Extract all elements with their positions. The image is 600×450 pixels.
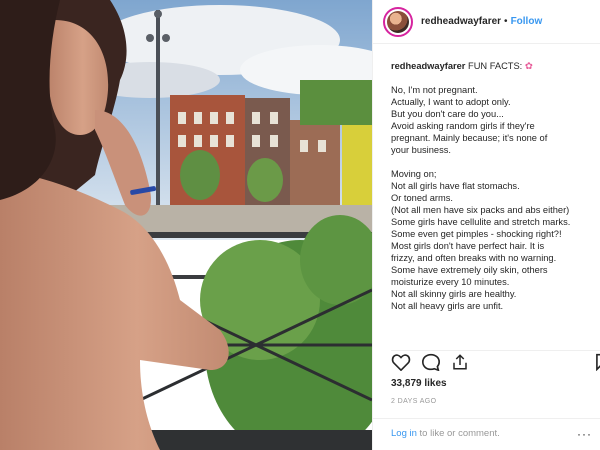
follow-button[interactable]: Follow bbox=[511, 16, 543, 27]
more-options-icon[interactable]: ··· bbox=[577, 419, 592, 449]
caption-line: frizzy, and often breaks with no warning… bbox=[391, 253, 557, 263]
caption-line: Some have extremely oily skin, others bbox=[391, 265, 548, 275]
post-header: redheadwayfarer • Follow bbox=[373, 0, 600, 44]
caption-line: (Not all men have six packs and abs eith… bbox=[391, 205, 570, 215]
caption-line: Some girls have cellulite and stretch ma… bbox=[391, 217, 571, 227]
post-photo[interactable] bbox=[0, 0, 372, 450]
caption-line: Most girls don't have perfect hair. It i… bbox=[391, 241, 545, 251]
caption-line: your business. bbox=[391, 145, 451, 155]
caption-line: But you don't care do you... bbox=[391, 109, 504, 119]
post-sidebar: redheadwayfarer • Follow redheadwayfarer… bbox=[372, 0, 600, 450]
share-icon[interactable] bbox=[451, 353, 469, 371]
caption-line: No, I'm not pregnant. bbox=[391, 85, 478, 95]
comment-prompt: to like or comment. bbox=[419, 428, 500, 439]
caption-line: pregnant. Mainly because; it's none of bbox=[391, 133, 548, 143]
comment-bar: Log in to like or comment. ··· bbox=[373, 418, 600, 450]
post-timestamp: 2 DAYS AGO bbox=[391, 398, 437, 405]
caption-line: Avoid asking random girls if they're bbox=[391, 121, 535, 131]
caption-line: Or toned arms. bbox=[391, 193, 454, 203]
bookmark-icon[interactable] bbox=[595, 353, 600, 371]
caption-title: FUN FACTS: bbox=[468, 61, 523, 71]
avatar[interactable] bbox=[383, 6, 413, 37]
flower-emoji-icon: ✿ bbox=[524, 61, 533, 71]
comment-icon[interactable] bbox=[421, 353, 441, 371]
header-username[interactable]: redheadwayfarer bbox=[421, 16, 501, 27]
caption-line: Some even get pimples - shocking right?! bbox=[391, 229, 562, 239]
caption-line: Not all skinny girls are healthy. bbox=[391, 289, 517, 299]
instagram-post: redheadwayfarer • Follow redheadwayfarer… bbox=[0, 0, 600, 450]
caption-line: moisturize every 10 minutes. bbox=[391, 277, 510, 287]
heart-icon[interactable] bbox=[391, 353, 411, 371]
caption-line: Actually, I want to adopt only. bbox=[391, 97, 511, 107]
separator-dot: • bbox=[504, 16, 508, 27]
caption-line: Not all heavy girls are unfit. bbox=[391, 301, 504, 311]
caption-username[interactable]: redheadwayfarer bbox=[391, 61, 465, 71]
likes-count[interactable]: 33,879 likes bbox=[391, 378, 447, 389]
action-bar bbox=[391, 350, 600, 373]
login-link[interactable]: Log in bbox=[391, 428, 417, 439]
caption-line: Not all girls have flat stomachs. bbox=[391, 181, 520, 191]
photo-scene bbox=[0, 0, 372, 450]
caption-line: Moving on; bbox=[391, 169, 437, 179]
caption-heading: redheadwayfarer FUN FACTS: ✿ bbox=[391, 60, 594, 72]
caption: redheadwayfarer FUN FACTS: ✿ No, I'm not… bbox=[391, 60, 594, 340]
